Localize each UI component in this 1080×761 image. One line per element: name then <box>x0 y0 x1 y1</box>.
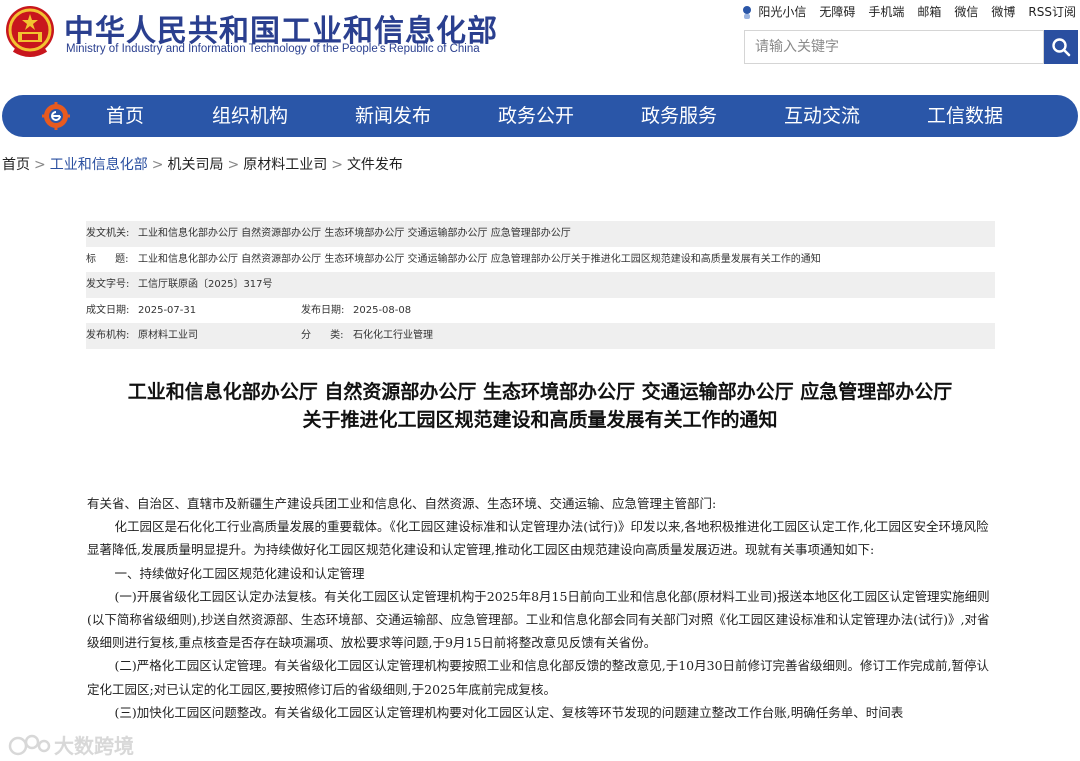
nav-interaction[interactable]: 互动交流 <box>784 95 860 137</box>
nav-gov-services[interactable]: 政务服务 <box>641 95 717 137</box>
meta-row-issuer: 发文机关: 工业和信息化部办公厅 自然资源部办公厅 生态环境部办公厅 交通运输部… <box>86 221 995 247</box>
meta-row-org: 发布机构: 原材料工业司 分 类: 石化化工行业管理 <box>86 323 995 349</box>
body-paragraph: (二)严格化工园区认定管理。有关省级化工园区认定管理机构要按照工业和信息化部反馈… <box>87 658 990 697</box>
body-paragraph: (三)加快化工园区问题整改。有关省级化工园区认定管理机构要对化工园区认定、复核等… <box>114 704 904 720</box>
document-title-line1: 工业和信息化部办公厅 自然资源部办公厅 生态环境部办公厅 交通运输部办公厅 应急… <box>127 381 953 403</box>
breadcrumb: 首页 > 工业和信息化部 > 机关司局 > 原材料工业司 > 文件发布 <box>2 154 403 174</box>
meta-org: 原材料工业司 <box>138 330 198 341</box>
nav-home[interactable]: 首页 <box>106 95 144 137</box>
site-header: 中华人民共和国工业和信息化部 Ministry of Industry and … <box>0 0 1080 92</box>
mascot-icon <box>743 5 752 19</box>
toplink-accessibility[interactable]: 无障碍 <box>819 3 855 20</box>
miit-logo-icon[interactable] <box>42 102 70 130</box>
meta-created-date: 2025-07-31 <box>138 304 197 316</box>
search-box <box>744 30 1044 64</box>
meta-label: 发布日期: <box>301 304 345 316</box>
nav-organization[interactable]: 组织机构 <box>212 95 288 137</box>
toplink-weibo[interactable]: 微博 <box>991 3 1015 20</box>
document-body: 有关省、自治区、直辖市及新疆生产建设兵团工业和信息化、自然资源、生态环境、交通运… <box>87 492 995 724</box>
document-meta-table: 发文机关: 工业和信息化部办公厅 自然资源部办公厅 生态环境部办公厅 交通运输部… <box>86 221 995 349</box>
meta-issuer: 工业和信息化部办公厅 自然资源部办公厅 生态环境部办公厅 交通运输部办公厅 应急… <box>138 228 571 239</box>
body-paragraph: (一)开展省级化工园区认定办法复核。有关化工园区认定管理机构于2025年8月15… <box>87 588 990 651</box>
breadcrumb-raw-materials[interactable]: 原材料工业司 <box>243 157 327 173</box>
top-links: 阳光小信 无障碍 手机端 邮箱 微信 微博 RSS订阅 <box>727 3 1076 20</box>
toplink-mail[interactable]: 邮箱 <box>917 3 941 20</box>
breadcrumb-departments[interactable]: 机关司局 <box>167 157 223 173</box>
meta-label: 发文字号: <box>86 279 130 290</box>
nav-data[interactable]: 工信数据 <box>927 95 1003 137</box>
meta-category: 石化化工行业管理 <box>353 330 433 341</box>
document-title: 工业和信息化部办公厅 自然资源部办公厅 生态环境部办公厅 交通运输部办公厅 应急… <box>0 378 1080 434</box>
meta-label: 标 题: <box>86 253 129 265</box>
toplink-label: 阳光小信 <box>758 5 807 19</box>
toplink-wechat[interactable]: 微信 <box>954 3 978 20</box>
watermark-logo-icon <box>8 734 51 755</box>
meta-row-docno: 发文字号: 工信厅联原函〔2025〕317号 <box>86 272 995 298</box>
breadcrumb-file-release[interactable]: 文件发布 <box>347 157 403 173</box>
breadcrumb-separator: > <box>331 157 343 173</box>
breadcrumb-separator: > <box>34 157 46 173</box>
breadcrumb-separator: > <box>151 157 164 173</box>
meta-docno: 工信厅联原函〔2025〕317号 <box>138 279 273 290</box>
watermark-text: 大数跨境 <box>54 734 134 758</box>
watermark: 大数跨境 <box>8 730 134 759</box>
toplink-mobile[interactable]: 手机端 <box>868 3 904 20</box>
meta-label: 发文机关: <box>86 228 130 239</box>
search-input[interactable] <box>753 31 1037 63</box>
search-icon <box>1052 38 1071 57</box>
toplink-sunshine[interactable]: 阳光小信 <box>740 3 806 20</box>
main-nav: 首页 组织机构 新闻发布 政务公开 政务服务 互动交流 工信数据 <box>2 95 1078 137</box>
meta-title: 工业和信息化部办公厅 自然资源部办公厅 生态环境部办公厅 交通运输部办公厅 应急… <box>138 253 821 265</box>
meta-row-dates: 成文日期: 2025-07-31 发布日期: 2025-08-08 <box>86 298 995 324</box>
meta-row-title: 标 题: 工业和信息化部办公厅 自然资源部办公厅 生态环境部办公厅 交通运输部办… <box>86 247 995 273</box>
meta-label: 分 类: <box>301 330 344 341</box>
breadcrumb-miit[interactable]: 工业和信息化部 <box>50 157 148 173</box>
document-title-line2: 关于推进化工园区规范建设和高质量发展有关工作的通知 <box>302 409 778 431</box>
search-button[interactable] <box>1044 30 1078 64</box>
site-subtitle: Ministry of Industry and Information Tec… <box>66 43 480 55</box>
salutation: 有关省、自治区、直辖市及新疆生产建设兵团工业和信息化、自然资源、生态环境、交通运… <box>87 496 717 511</box>
section-heading: 一、持续做好化工园区规范化建设和认定管理 <box>114 565 365 581</box>
nav-news[interactable]: 新闻发布 <box>355 95 431 137</box>
nav-gov-affairs[interactable]: 政务公开 <box>498 95 574 137</box>
toplink-rss[interactable]: RSS订阅 <box>1028 3 1076 20</box>
meta-label: 发布机构: <box>86 330 130 341</box>
body-paragraph: 化工园区是石化化工行业高质量发展的重要载体。《化工园区建设标准和认定管理办法(试… <box>87 519 989 558</box>
meta-published-date: 2025-08-08 <box>353 304 412 316</box>
meta-label: 成文日期: <box>86 304 130 316</box>
national-emblem-icon[interactable] <box>4 4 56 60</box>
breadcrumb-home[interactable]: 首页 <box>2 157 30 173</box>
breadcrumb-separator: > <box>227 157 240 173</box>
